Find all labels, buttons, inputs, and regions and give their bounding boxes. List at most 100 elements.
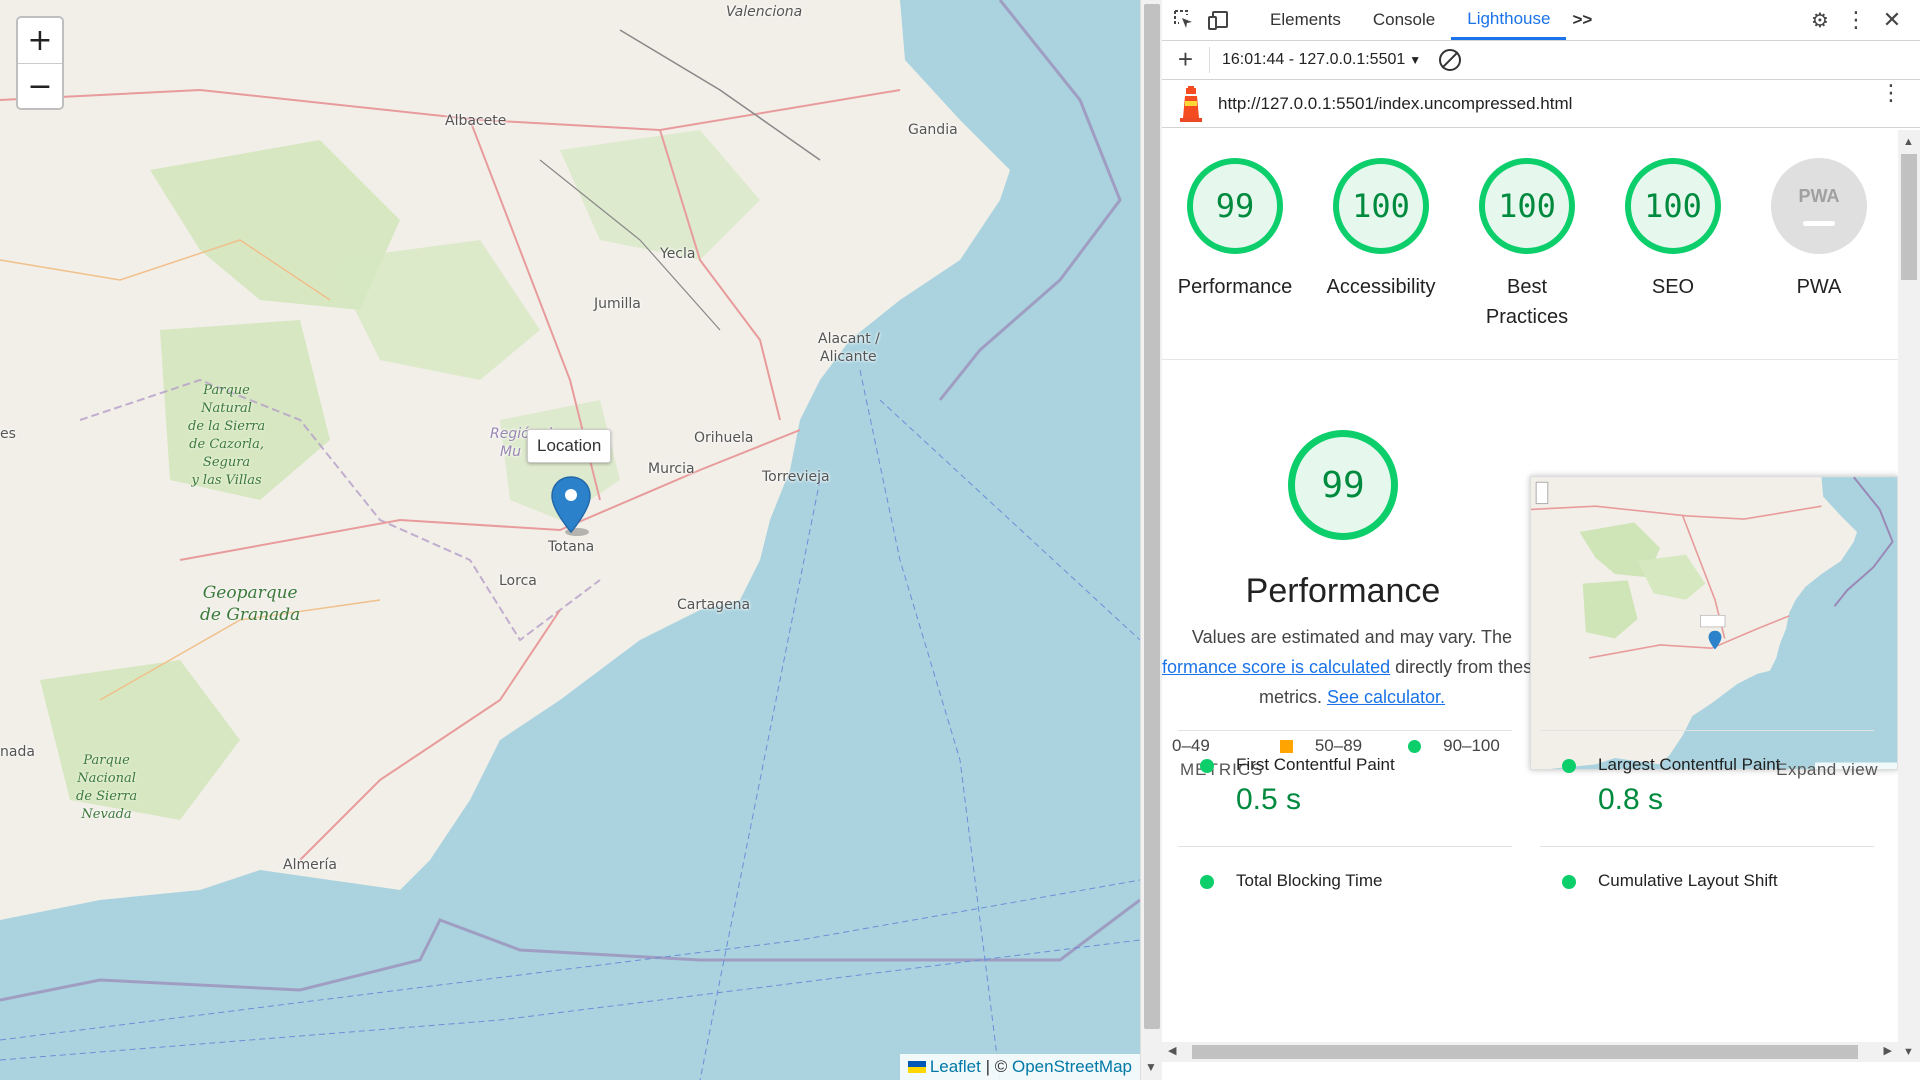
ukraine-flag-icon xyxy=(907,1061,926,1073)
vertical-scrollbar-thumb[interactable] xyxy=(1901,154,1917,280)
gauge-label: PWA xyxy=(1796,276,1842,298)
report-menu-icon[interactable]: ⋮ xyxy=(1880,82,1902,104)
devtools-tabbar: Elements Console Lighthouse >> ⚙ ⋮ ✕ xyxy=(1162,0,1920,41)
gauge-label: Best Practices xyxy=(1485,276,1569,328)
scroll-down-arrow-icon[interactable]: ▼ xyxy=(1145,1060,1157,1074)
osm-link[interactable]: OpenStreetMap xyxy=(1012,1057,1132,1076)
map-attribution: Leaflet | © OpenStreetMap xyxy=(899,1054,1140,1080)
chevron-down-icon: ▼ xyxy=(1409,53,1422,67)
settings-gear-icon[interactable]: ⚙ xyxy=(1802,0,1838,40)
park-nevada: Parque Nacional de Sierra Nevada xyxy=(76,753,138,822)
metric-name: Total Blocking Time xyxy=(1236,871,1383,890)
category-gauges: 99 Performance 100 Accessibility 100 Bes… xyxy=(1162,130,1898,360)
page-scrollbar[interactable]: ▼ xyxy=(1140,0,1162,1080)
screenshot-map-image xyxy=(1531,477,1897,769)
lighthouse-logo-icon xyxy=(1180,85,1202,122)
pass-dot-icon xyxy=(1562,875,1576,889)
report-url-bar: http://127.0.0.1:5501/index.uncompressed… xyxy=(1162,80,1920,128)
pass-dot-icon xyxy=(1200,759,1214,773)
place-alicante: Alicante xyxy=(820,349,877,365)
tab-lighthouse[interactable]: Lighthouse xyxy=(1451,0,1567,40)
see-calculator-link[interactable]: See calculator. xyxy=(1327,687,1445,707)
final-screenshot-thumbnail[interactable] xyxy=(1530,476,1898,770)
horizontal-scrollbar-thumb[interactable] xyxy=(1192,1045,1858,1059)
metric-value: 0.8 s xyxy=(1598,783,1664,816)
more-options-icon[interactable]: ⋮ xyxy=(1838,0,1874,40)
place-es: es xyxy=(0,426,16,442)
metric-name: Cumulative Layout Shift xyxy=(1598,871,1778,890)
desc-line-3: metrics. xyxy=(1258,687,1327,707)
clear-reports-icon[interactable] xyxy=(1439,49,1462,71)
report-selector[interactable]: 16:01:44 - 127.0.0.1:5501 ▼ xyxy=(1210,51,1431,69)
place-cartagena: Cartagena xyxy=(677,597,751,613)
tab-elements[interactable]: Elements xyxy=(1254,0,1357,40)
device-toolbar-icon[interactable] xyxy=(1202,0,1238,40)
leaflet-link[interactable]: Leaflet xyxy=(930,1057,981,1076)
pwa-badge-text: PWA xyxy=(1798,186,1840,206)
place-totana: Totana xyxy=(548,539,595,555)
performance-section: 99 Performance Values are estimated and … xyxy=(1162,360,1898,790)
park-granada: Geoparque de Granada xyxy=(200,583,301,625)
report-url: http://127.0.0.1:5501/index.uncompressed… xyxy=(1218,93,1573,113)
pass-dot-icon xyxy=(1200,875,1214,889)
place-lorca: Lorca xyxy=(499,573,537,589)
place-jumilla: Jumilla xyxy=(594,296,641,312)
gauge-accessibility[interactable]: 100 Accessibility xyxy=(1308,158,1454,359)
report-selector-label: 16:01:44 - 127.0.0.1:5501 xyxy=(1222,51,1406,68)
pwa-badge-icon: PWA xyxy=(1771,158,1867,254)
gauge-label: Performance xyxy=(1177,276,1293,298)
gauge-pwa[interactable]: PWA PWA xyxy=(1746,158,1892,359)
scroll-left-arrow-icon[interactable]: ◀ xyxy=(1168,1044,1176,1057)
gauge-label: Accessibility xyxy=(1326,276,1436,298)
metric-name: First Contentful Paint xyxy=(1236,755,1395,774)
place-alacant: Alacant / xyxy=(818,331,880,347)
gauge-best-practices[interactable]: 100 Best Practices xyxy=(1454,158,1600,359)
scroll-up-arrow-icon[interactable]: ▲ xyxy=(1903,136,1914,148)
zoom-in-button[interactable]: + xyxy=(18,18,62,63)
map-pin-icon xyxy=(551,476,591,536)
gauge-performance[interactable]: 99 Performance xyxy=(1162,158,1308,359)
report-horizontal-scrollbar[interactable]: ◀ ▶ xyxy=(1162,1042,1898,1062)
scroll-down-arrow-icon[interactable]: ▼ xyxy=(1903,1046,1914,1058)
devtools-panel: Elements Console Lighthouse >> ⚙ ⋮ ✕ + 1… xyxy=(1162,0,1920,1080)
place-murcia: Murcia xyxy=(648,461,695,477)
place-nada: nada xyxy=(0,744,35,760)
new-report-button[interactable]: + xyxy=(1162,46,1210,73)
performance-score-gauge: 99 xyxy=(1288,430,1398,540)
scroll-right-arrow-icon[interactable]: ▶ xyxy=(1884,1044,1892,1057)
close-icon[interactable]: ✕ xyxy=(1874,0,1910,40)
desc-line-1: Values are estimated and may vary. The xyxy=(1191,627,1513,647)
gauge-seo[interactable]: 100 SEO xyxy=(1600,158,1746,359)
desc-line-2: directly from these xyxy=(1390,657,1542,677)
location-marker[interactable] xyxy=(551,476,591,541)
report-vertical-scrollbar[interactable]: ▲ ▼ xyxy=(1898,130,1920,1062)
place-gandia: Gandia xyxy=(908,122,958,138)
score-calculated-link[interactable]: formance score is calculated xyxy=(1162,657,1390,677)
pass-dot-icon xyxy=(1562,759,1576,773)
place-albacete: Albacete xyxy=(445,113,507,129)
tab-console[interactable]: Console xyxy=(1357,0,1451,40)
more-tabs-button[interactable]: >> xyxy=(1566,0,1598,40)
inspect-element-icon[interactable] xyxy=(1166,0,1202,40)
metric-value: 0.5 s xyxy=(1236,783,1302,816)
map-pane[interactable]: + − Valenciona Albacete Gandia Yecla Jum… xyxy=(0,0,1140,1080)
marker-tooltip: Location xyxy=(527,429,612,463)
gauge-score: 100 xyxy=(1333,158,1429,254)
gauge-score: 100 xyxy=(1479,158,1575,254)
lighthouse-toolbar: + 16:01:44 - 127.0.0.1:5501 ▼ xyxy=(1162,41,1920,80)
page-scrollbar-thumb[interactable] xyxy=(1144,4,1160,1029)
gauge-score: 100 xyxy=(1625,158,1721,254)
attribution-sep: | © xyxy=(980,1057,1012,1076)
metric-cls: Cumulative Layout Shift xyxy=(1540,846,1874,942)
place-yecla: Yecla xyxy=(660,246,696,262)
zoom-control: + − xyxy=(16,16,64,110)
place-valenciona: Valenciona xyxy=(726,4,803,20)
place-orihuela: Orihuela xyxy=(694,430,754,446)
metric-lcp: Largest Contentful Paint 0.8 s xyxy=(1540,730,1874,826)
metric-name: Largest Contentful Paint xyxy=(1598,755,1781,774)
metric-tbt: Total Blocking Time xyxy=(1178,846,1512,942)
park-cazorla: Parque Natural de la Sierra de Cazorla, … xyxy=(188,383,266,488)
place-region-label-2: Mu xyxy=(500,444,521,460)
metric-fcp: First Contentful Paint 0.5 s xyxy=(1178,730,1512,826)
zoom-out-button[interactable]: − xyxy=(18,63,62,108)
